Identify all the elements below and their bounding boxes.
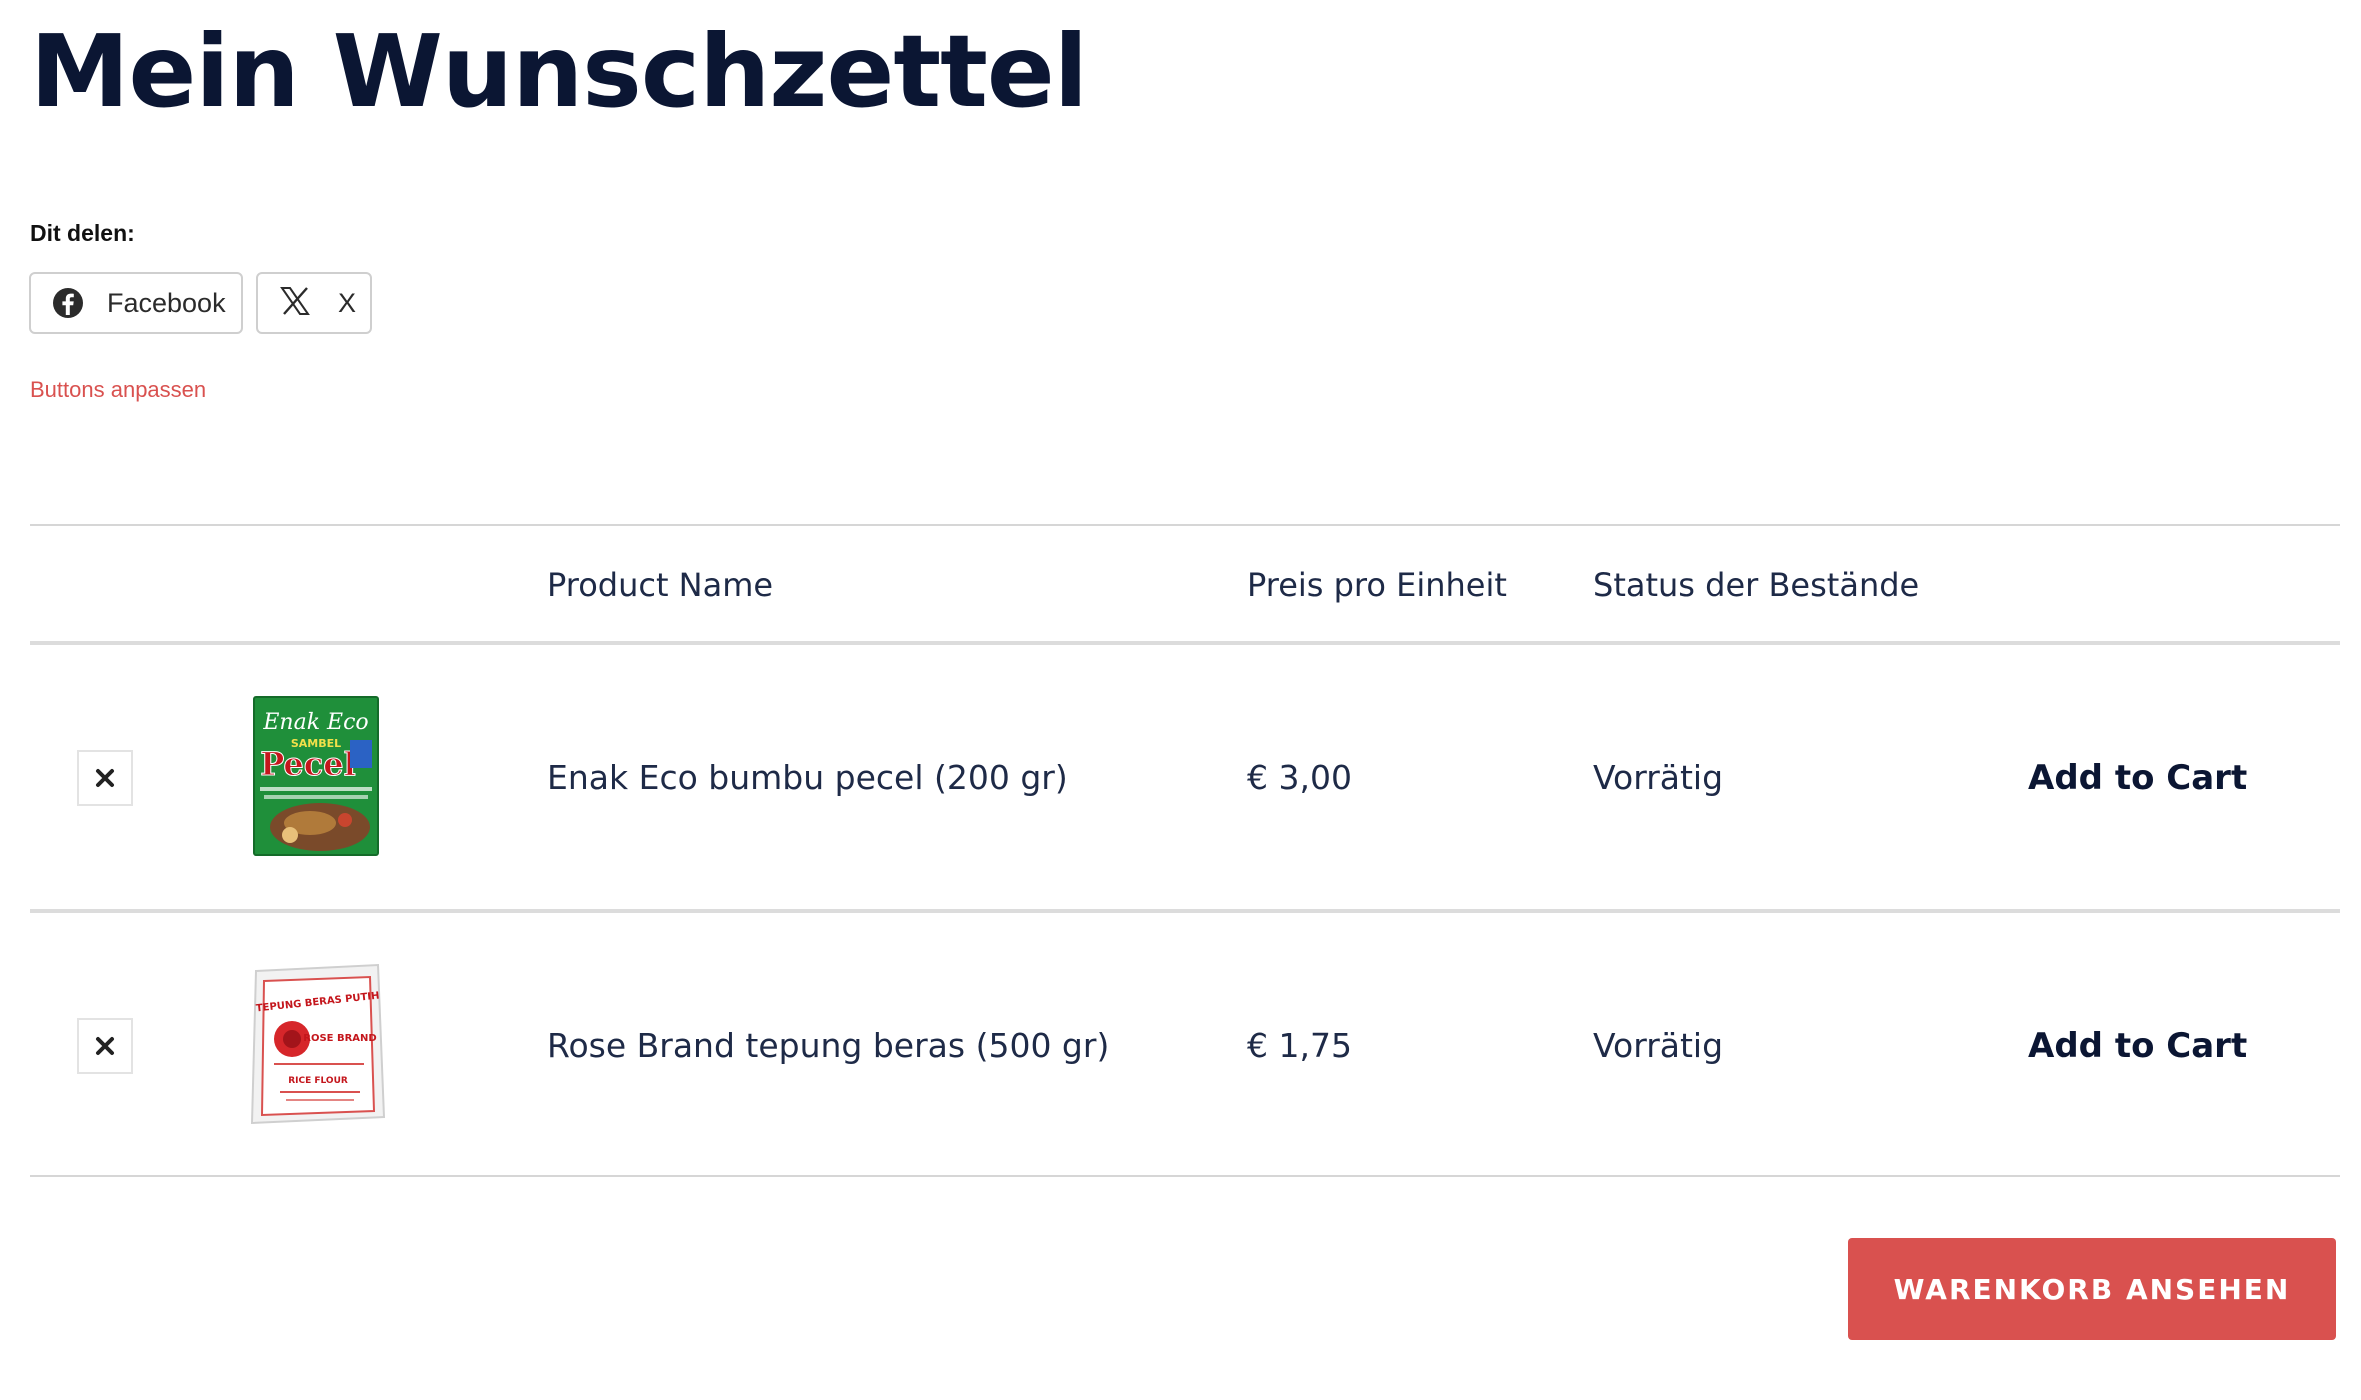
share-facebook-button[interactable]: Facebook [29,272,243,334]
product-name[interactable]: Enak Eco bumbu pecel (200 gr) [547,758,1068,797]
header-unit-price: Preis pro Einheit [1247,566,1507,604]
add-to-cart-button[interactable]: Add to Cart [2028,758,2247,798]
share-x-button[interactable]: X [256,272,372,334]
share-facebook-label: Facebook [107,287,226,318]
wishlist-page: Mein Wunschzettel Dit delen: Facebook X … [0,0,2361,1400]
x-logo-icon [280,286,314,320]
table-row: Enak Eco SAMBEL Pecel Enak Eco bumbu pec… [30,645,2340,909]
table-row: TEPUNG BERAS PUTIH ROSE BRAND RICE FLOUR… [30,913,2340,1175]
thumb-brand-text: Enak Eco [262,710,368,735]
product-price: € 1,75 [1247,1026,1352,1065]
header-product-name: Product Name [547,566,774,604]
table-top-divider [30,524,2340,526]
header-stock-status: Status der Bestände [1593,566,1920,604]
remove-item-button[interactable] [77,750,133,806]
view-cart-button[interactable]: WARENKORB ANSEHEN [1848,1238,2336,1340]
customize-buttons-link[interactable]: Buttons anpassen [30,377,206,403]
facebook-icon [51,286,85,320]
page-title: Mein Wunschzettel [30,13,1088,130]
remove-item-button[interactable] [77,1018,133,1074]
add-to-cart-button[interactable]: Add to Cart [2028,1026,2247,1066]
product-thumbnail[interactable]: TEPUNG BERAS PUTIH ROSE BRAND RICE FLOUR [240,961,390,1127]
share-x-label: X [338,287,357,318]
product-thumbnail[interactable]: Enak Eco SAMBEL Pecel [250,695,382,857]
product-price: € 3,00 [1247,758,1352,797]
thumb-brand-text: ROSE BRAND [303,1033,376,1044]
stock-status: Vorrätig [1593,1026,1724,1065]
share-label: Dit delen: [30,220,135,246]
close-icon [96,769,114,787]
thumb-line-text: RICE FLOUR [288,1076,348,1086]
table-bottom-divider [30,1175,2340,1177]
thumb-product-text: Pecel [260,745,356,783]
close-icon [96,1037,114,1055]
stock-status: Vorrätig [1593,758,1724,797]
product-name[interactable]: Rose Brand tepung beras (500 gr) [547,1026,1109,1065]
